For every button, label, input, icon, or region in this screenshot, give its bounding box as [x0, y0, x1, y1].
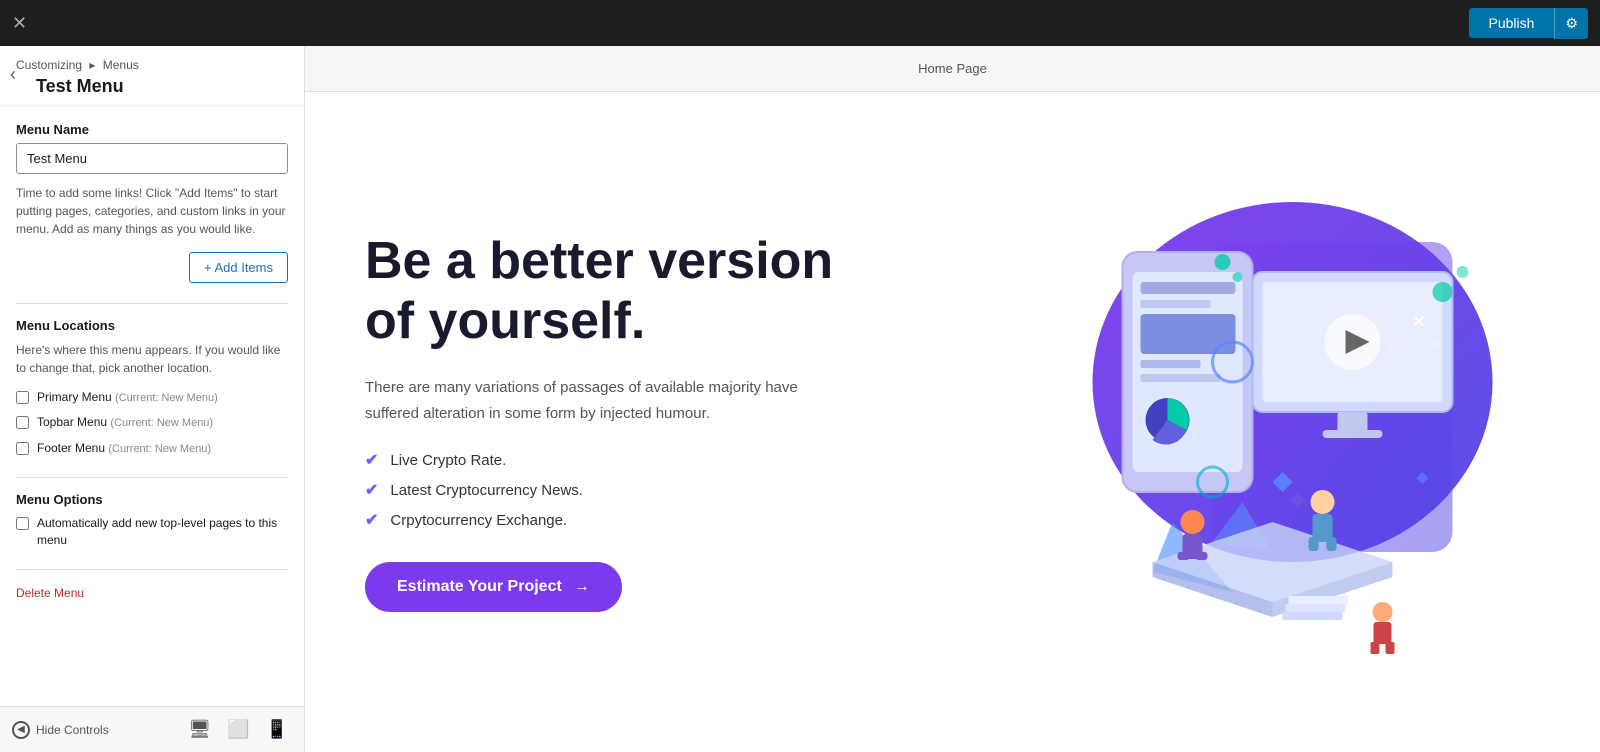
- location-topbar-checkbox[interactable]: [16, 416, 29, 429]
- check-icon-1: ✔: [365, 450, 378, 470]
- publish-settings-button[interactable]: ⚙: [1554, 8, 1588, 39]
- preview-topbar: Home Page: [305, 46, 1600, 92]
- breadcrumb-customizing[interactable]: Customizing: [16, 58, 82, 72]
- location-footer-checkbox[interactable]: [16, 442, 29, 455]
- cta-button[interactable]: Estimate Your Project →: [365, 562, 622, 612]
- sidebar-scroll: Menu Name Time to add some links! Click …: [0, 106, 304, 706]
- menu-locations-title: Menu Locations: [16, 318, 288, 333]
- sidebar-header: ‹ Customizing ▸ Menus Test Menu: [0, 46, 304, 106]
- sidebar-content: Menu Name Time to add some links! Click …: [0, 106, 304, 618]
- menu-options-title: Menu Options: [16, 492, 288, 507]
- hide-controls-label: Hide Controls: [36, 723, 109, 737]
- hide-controls-icon: ◀: [12, 721, 30, 739]
- svg-text:✕: ✕: [1413, 314, 1426, 331]
- main-area: ‹ Customizing ▸ Menus Test Menu Menu Nam…: [0, 46, 1600, 752]
- menu-locations-desc: Here's where this menu appears. If you w…: [16, 341, 288, 377]
- hint-text: Time to add some links! Click "Add Items…: [16, 184, 288, 238]
- check-icon-3: ✔: [365, 510, 378, 530]
- location-primary-label: Primary Menu (Current: New Menu): [37, 389, 218, 406]
- menu-name-input[interactable]: [16, 143, 288, 174]
- device-buttons: 🖥 ⬜ 📱: [184, 715, 292, 744]
- add-items-row: + Add Items: [16, 252, 288, 283]
- list-item: ✔Live Crypto Rate.: [365, 450, 865, 470]
- tablet-view-button[interactable]: ⬜: [223, 715, 253, 744]
- delete-menu-link[interactable]: Delete Menu: [16, 586, 84, 600]
- auto-add-checkbox[interactable]: [16, 517, 29, 530]
- hero-illustration: ✕ ○: [865, 172, 1520, 672]
- sidebar: ‹ Customizing ▸ Menus Test Menu Menu Nam…: [0, 46, 305, 752]
- breadcrumb-separator: ▸: [89, 58, 95, 72]
- sidebar-bottom: ◀ Hide Controls 🖥 ⬜ 📱: [0, 706, 304, 752]
- desktop-view-button[interactable]: 🖥: [184, 715, 215, 744]
- list-item: ✔Latest Cryptocurrency News.: [365, 480, 865, 500]
- divider-1: [16, 303, 288, 304]
- cta-arrow-icon: →: [574, 578, 590, 596]
- svg-text:○: ○: [1433, 336, 1440, 350]
- location-footer: Footer Menu (Current: New Menu): [16, 440, 288, 457]
- preview-content: Be a better version of yourself. There a…: [305, 92, 1600, 752]
- hero-heading: Be a better version of yourself.: [365, 232, 865, 352]
- publish-button[interactable]: Publish: [1469, 8, 1555, 38]
- checkmark-list: ✔Live Crypto Rate. ✔Latest Cryptocurrenc…: [365, 450, 865, 530]
- check-icon-2: ✔: [365, 480, 378, 500]
- mobile-view-button[interactable]: 📱: [262, 715, 292, 744]
- sidebar-title: Test Menu: [16, 76, 288, 97]
- hero-text: Be a better version of yourself. There a…: [365, 232, 865, 613]
- list-item: ✔Crpytocurrency Exchange.: [365, 510, 865, 530]
- top-bar: ✕ Publish ⚙: [0, 0, 1600, 46]
- cta-label: Estimate Your Project: [397, 578, 562, 596]
- hero-paragraph: There are many variations of passages of…: [365, 375, 805, 426]
- breadcrumb: Customizing ▸ Menus: [16, 58, 288, 72]
- auto-add-pages: Automatically add new top-level pages to…: [16, 515, 288, 549]
- publish-group: Publish ⚙: [1469, 8, 1588, 39]
- location-topbar-label: Topbar Menu (Current: New Menu): [37, 414, 213, 431]
- breadcrumb-menus[interactable]: Menus: [103, 58, 139, 72]
- divider-3: [16, 569, 288, 570]
- illustration-svg: ✕ ○: [865, 182, 1520, 662]
- location-primary-checkbox[interactable]: [16, 391, 29, 404]
- menu-name-label: Menu Name: [16, 122, 288, 137]
- preview-tab-label: Home Page: [918, 61, 987, 76]
- auto-add-label: Automatically add new top-level pages to…: [37, 515, 288, 549]
- location-footer-label: Footer Menu (Current: New Menu): [37, 440, 211, 457]
- hero-section: Be a better version of yourself. There a…: [305, 92, 1600, 752]
- add-items-button[interactable]: + Add Items: [189, 252, 288, 283]
- location-primary: Primary Menu (Current: New Menu): [16, 389, 288, 406]
- close-button[interactable]: ✕: [12, 14, 27, 32]
- divider-2: [16, 477, 288, 478]
- location-topbar: Topbar Menu (Current: New Menu): [16, 414, 288, 431]
- back-button[interactable]: ‹: [6, 60, 20, 89]
- preview-area: Home Page Be a better version of yoursel…: [305, 46, 1600, 752]
- hide-controls-button[interactable]: ◀ Hide Controls: [12, 721, 109, 739]
